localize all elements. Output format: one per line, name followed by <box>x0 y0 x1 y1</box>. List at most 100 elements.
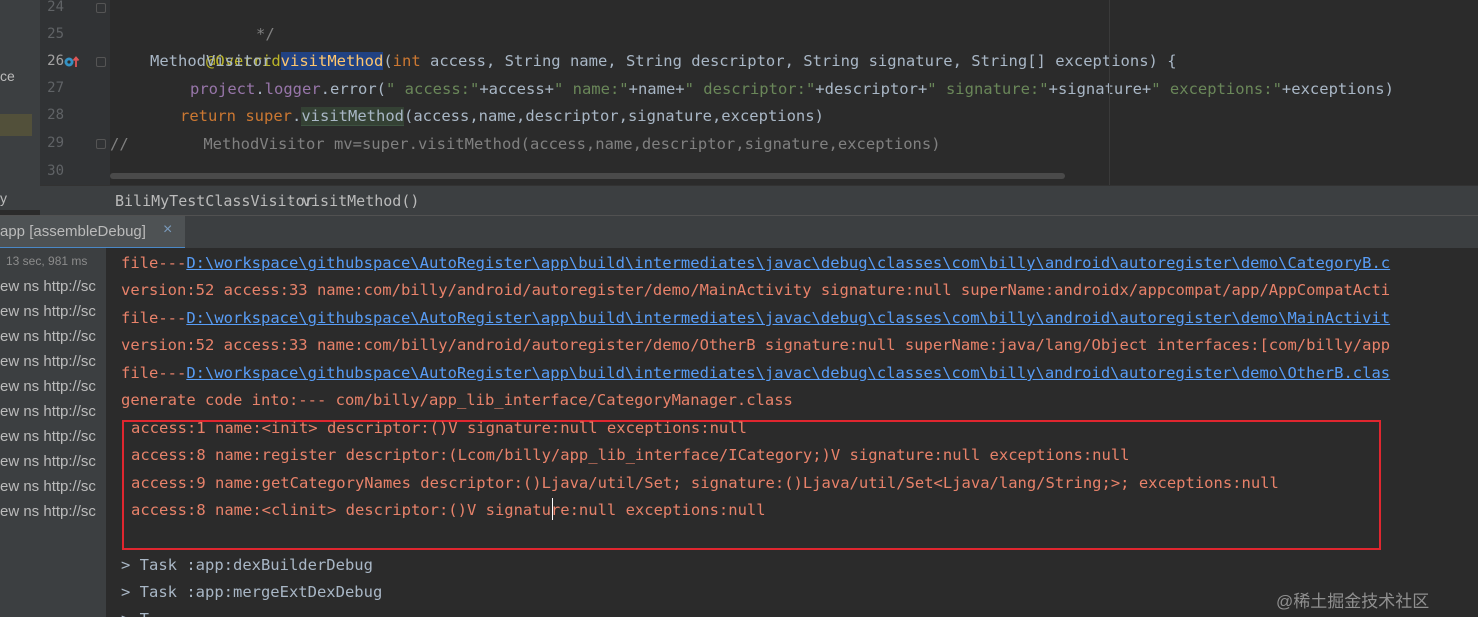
left-strip-fragment: y <box>0 190 7 206</box>
concat-token: +access+ <box>479 80 554 98</box>
string-token: " exceptions:" <box>1151 80 1282 98</box>
tree-row[interactable]: ew ns http://sc <box>0 303 96 320</box>
task-line: > Task :app:dexBuilderDebug <box>121 556 373 574</box>
left-strip-fragment: ce <box>0 68 15 84</box>
keyword-token: int <box>392 52 421 70</box>
method-call-token: visitMethod <box>301 107 404 126</box>
gutter-line: 24 <box>40 0 110 21</box>
console-line-highlighted: access:8 name:register descriptor:(Lcom/… <box>131 446 1130 464</box>
console-line: file---D:\workspace\githubspace\AutoRegi… <box>121 360 1390 387</box>
gutter-line: 25 <box>40 21 110 48</box>
console-prefix: file--- <box>121 309 187 327</box>
line-number: 28 <box>47 107 64 123</box>
tree-row[interactable]: ew ns http://sc <box>0 503 96 520</box>
console-line: file---D:\workspace\githubspace\AutoRegi… <box>121 250 1390 277</box>
code-line: project.logger.error(" access:"+access+"… <box>190 76 1394 103</box>
comment-token: // <box>110 135 129 153</box>
dot-token: . <box>292 107 302 125</box>
code-line: // MethodVisitor mv=super.visitMethod(ac… <box>110 131 941 158</box>
console-line: version:52 access:33 name:com/billy/andr… <box>121 281 1391 299</box>
console-line: file---D:\workspace\githubspace\AutoRegi… <box>121 305 1390 332</box>
run-tab-bar: app [assembleDebug] × <box>0 215 1478 250</box>
concat-token: +descriptor+ <box>815 80 928 98</box>
tree-row[interactable]: ew ns http://sc <box>0 328 96 345</box>
file-link[interactable]: D:\workspace\githubspace\AutoRegister\ap… <box>186 364 1390 382</box>
keyword-token: return <box>180 107 246 125</box>
concat-token: +signature+ <box>1048 80 1152 98</box>
console-prefix: file--- <box>121 364 187 382</box>
breadcrumb-method[interactable]: visitMethod() <box>302 192 419 210</box>
string-token: " signature:" <box>927 80 1049 98</box>
concat-token: +exceptions) <box>1281 80 1394 98</box>
line-number: 24 <box>47 0 64 15</box>
console-line-highlighted: access:1 name:<init> descriptor:()V sign… <box>131 419 747 437</box>
task-line-partial: > T <box>121 606 149 617</box>
override-method-icon[interactable] <box>64 55 80 69</box>
tree-row[interactable]: ew ns http://sc <box>0 278 96 295</box>
file-link[interactable]: D:\workspace\githubspace\AutoRegister\ap… <box>186 309 1390 327</box>
breadcrumb-class[interactable]: BiliMyTestClassVisitor <box>115 192 314 210</box>
line-number: 25 <box>47 26 64 42</box>
args-token: (access,name,descriptor,signature,except… <box>404 107 824 125</box>
code-line: MethodVisitor visitMethod(int access, St… <box>150 48 1177 75</box>
dot-token: . <box>255 80 265 98</box>
run-tab[interactable]: app [assembleDebug] × <box>0 216 185 250</box>
tree-row[interactable]: ew ns http://sc <box>0 378 96 395</box>
type-token: MethodVisitor <box>150 52 281 70</box>
left-strip-selection[interactable] <box>0 114 32 136</box>
line-gutter: 24 25 26 27 28 29 30 <box>40 0 110 185</box>
horizontal-scrollbar[interactable] <box>110 173 1065 179</box>
gutter-line: 28 <box>40 102 110 129</box>
tree-row[interactable]: ew ns http://sc <box>0 353 96 370</box>
build-time: 13 sec, 981 ms <box>6 254 88 268</box>
call-token: .error( <box>320 80 386 98</box>
field-token: logger <box>264 80 321 98</box>
code-area[interactable]: */ @Override MethodVisitor visitMethod(i… <box>110 0 1478 185</box>
console-line-highlighted: access:9 name:getCategoryNames descripto… <box>131 474 1279 492</box>
breadcrumb-separator-icon: › <box>286 192 296 210</box>
breadcrumb: BiliMyTestClassVisitor › visitMethod() <box>40 185 1478 215</box>
gutter-line: 30 <box>40 158 110 185</box>
build-console[interactable]: file---D:\workspace\githubspace\AutoRegi… <box>106 248 1478 617</box>
string-token: " descriptor:" <box>684 80 816 98</box>
run-tab-label: app [assembleDebug] <box>0 223 146 240</box>
left-tool-strip: ce y <box>0 0 40 210</box>
build-tree-time: 13 sec, 981 ms <box>0 254 87 268</box>
build-tree: 13 sec, 981 ms ew ns http://sc ew ns htt… <box>0 248 107 617</box>
console-prefix: file--- <box>121 254 187 272</box>
console-line-highlighted: access:8 name:<clinit> descriptor:()V si… <box>131 501 766 519</box>
code-line: return super.visitMethod(access,name,des… <box>180 103 824 130</box>
fold-marker-icon[interactable] <box>96 57 106 67</box>
fold-marker-icon[interactable] <box>96 3 106 13</box>
paren-token: ( <box>383 52 393 70</box>
keyword-token: super <box>245 107 292 125</box>
string-token: " name:" <box>553 80 629 98</box>
string-token: " access:" <box>386 80 480 98</box>
field-token: project <box>190 80 256 98</box>
concat-token: +name+ <box>628 80 685 98</box>
file-link[interactable]: D:\workspace\githubspace\AutoRegister\ap… <box>186 254 1390 272</box>
params-token: access, String name, String descriptor, … <box>420 52 1177 70</box>
code-editor[interactable]: 24 25 26 27 28 29 30 */ @Override Method… <box>40 0 1478 185</box>
tree-row[interactable]: ew ns http://sc <box>0 478 96 495</box>
console-line: version:52 access:33 name:com/billy/andr… <box>121 336 1391 354</box>
tree-row[interactable]: ew ns http://sc <box>0 428 96 445</box>
text-caret <box>552 498 553 520</box>
comment-token: MethodVisitor mv=super.visitMethod(acces… <box>128 135 941 153</box>
line-number: 30 <box>47 163 64 179</box>
console-line: generate code into:--- com/billy/app_lib… <box>121 391 793 409</box>
gutter-line: 26 <box>40 48 110 75</box>
right-margin-guide <box>1109 0 1110 185</box>
watermark: @稀土掘金技术社区 <box>1276 592 1430 611</box>
method-name-token: visitMethod <box>280 52 384 70</box>
tree-row[interactable]: ew ns http://sc <box>0 403 96 420</box>
close-icon[interactable]: × <box>163 221 172 239</box>
line-number: 29 <box>47 135 64 151</box>
line-number: 26 <box>47 53 64 69</box>
gutter-line: 29 <box>40 130 110 157</box>
tree-row[interactable]: ew ns http://sc <box>0 453 96 470</box>
task-line: > Task :app:mergeExtDexDebug <box>121 583 383 601</box>
line-number: 27 <box>47 80 64 96</box>
gutter-line: 27 <box>40 75 110 102</box>
fold-marker-icon[interactable] <box>96 139 106 149</box>
